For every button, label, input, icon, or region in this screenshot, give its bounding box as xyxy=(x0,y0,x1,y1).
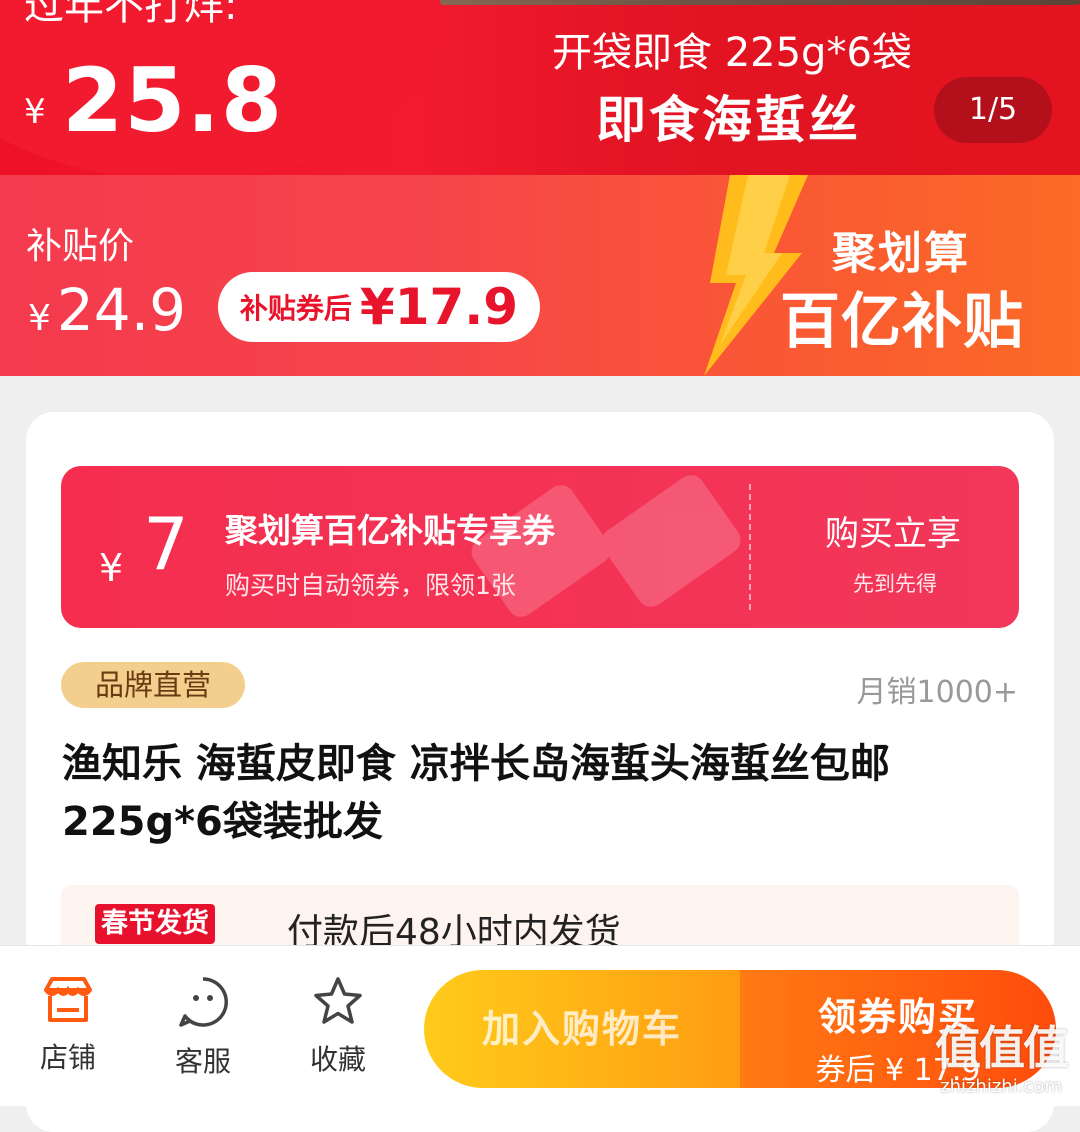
after-coupon-label: 补贴券后 xyxy=(239,292,352,325)
product-image-banner[interactable]: 过年不打烊: ¥ 25.8 开袋即食 225g*6袋 即食海蜇丝 1/5 xyxy=(0,0,1080,175)
product-title: 渔知乐 海蜇皮即食 凉拌长岛海蜇头海蜇丝包邮225g*6袋装批发 xyxy=(62,741,890,845)
favorite-tab[interactable]: 收藏 xyxy=(288,976,388,1078)
shop-label: 店铺 xyxy=(39,1041,96,1074)
hero-spec: 开袋即食 225g*6袋 xyxy=(552,30,912,76)
watermark-logo-text: 值值值 xyxy=(935,1021,1069,1075)
hero-tag: 过年不打烊: xyxy=(24,0,238,29)
shop-tab[interactable]: 店铺 xyxy=(18,976,118,1076)
site-watermark: 值值值 zhizhizhi.com xyxy=(926,1020,1076,1098)
subsidy-label: 补贴价 xyxy=(26,226,135,267)
hero-price: 25.8 xyxy=(62,49,284,152)
brand-direct-badge: 品牌直营 xyxy=(61,662,245,708)
product-photo xyxy=(395,0,1080,5)
customer-service-tab[interactable]: 客服 xyxy=(153,976,253,1080)
after-coupon-price: ¥17.9 xyxy=(359,278,519,336)
chat-face-icon xyxy=(179,977,228,1027)
subsidy-banner: 补贴价 ¥24.9 补贴券后 ¥17.9 聚划算 百亿补贴 xyxy=(0,175,1080,376)
after-coupon-price-pill: 补贴券后 ¥17.9 xyxy=(218,272,540,342)
bottom-action-bar: 店铺 客服 收藏 加入购物车 领券购买 券后 ¥ 17.9 xyxy=(0,945,1080,1106)
coupon-subtitle: 购买时自动领券，限领1张 xyxy=(225,571,516,600)
coupon-divider xyxy=(749,484,751,610)
coupon-cta[interactable]: 购买立享 xyxy=(825,506,961,555)
coupon-cta-sub: 先到先得 xyxy=(853,572,937,596)
subsidy-price: ¥24.9 xyxy=(28,275,186,354)
favorite-label: 收藏 xyxy=(309,1043,366,1076)
hero-product-name: 即食海蜇丝 xyxy=(596,91,861,149)
store-icon xyxy=(44,977,92,1022)
subsidy-price-value: 24.9 xyxy=(56,276,187,344)
juhuasuan-logo-text: 聚划算 xyxy=(832,228,970,279)
add-to-cart-button[interactable]: 加入购物车 xyxy=(424,970,740,1088)
subsidy-coupon[interactable]: ¥ 7 聚划算百亿补贴专享券 购买时自动领券，限领1张 购买立享 先到先得 xyxy=(61,466,1019,628)
customer-service-label: 客服 xyxy=(174,1045,231,1078)
subsidy-price-symbol: ¥ xyxy=(28,298,51,339)
star-icon xyxy=(314,977,362,1024)
coupon-title: 聚划算百亿补贴专享券 xyxy=(225,511,555,550)
spring-festival-shipping-badge: 春节发货 xyxy=(95,904,215,944)
watermark-domain: zhizhizhi.com xyxy=(940,1076,1062,1097)
hero-price-symbol: ¥ xyxy=(24,92,46,132)
coupon-value: 7 xyxy=(143,502,189,586)
monthly-sales: 月销1000+ xyxy=(856,675,1018,710)
billion-subsidy-logo-text: 百亿补贴 xyxy=(780,287,1024,357)
image-counter: 1/5 xyxy=(934,77,1052,143)
coupon-symbol: ¥ xyxy=(99,546,124,590)
